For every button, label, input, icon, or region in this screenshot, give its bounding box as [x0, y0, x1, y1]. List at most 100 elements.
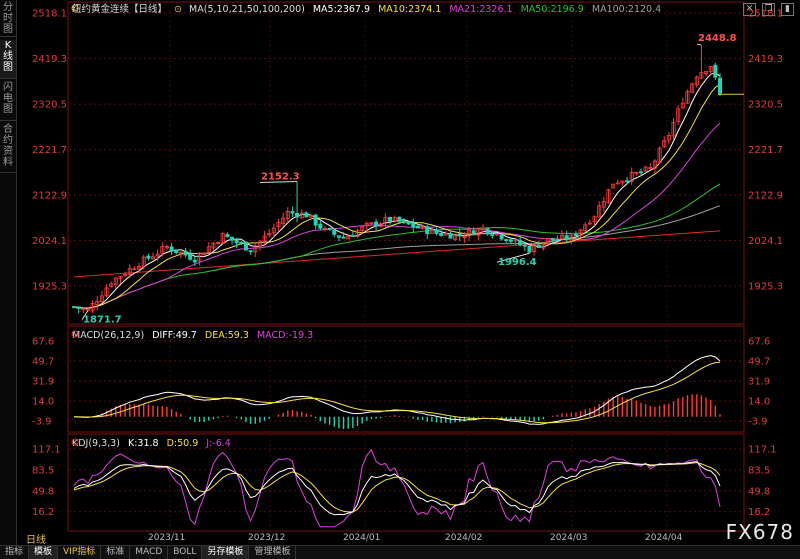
- instrument-title: 纽约黄金连续【日线】: [72, 3, 167, 15]
- low-label-1871: 1871.7: [83, 315, 122, 326]
- macd-diff-value: DIFF:49.7: [152, 330, 197, 341]
- window-controls: ✕ ❐ ▮: [743, 3, 794, 16]
- kdj-j-value: J:-6.4: [205, 438, 231, 449]
- candle-body: [183, 250, 188, 256]
- left-tick-label: 2419.3: [32, 54, 67, 65]
- macd-tick-label: 14.0: [748, 397, 770, 408]
- ma21-line: [73, 122, 721, 309]
- macd-axis-labels: 67.6 49.7 31.9 14.0 -3.9: [748, 336, 770, 427]
- left-tick-label: 49.8: [32, 486, 54, 497]
- left-tick-label: -3.9: [32, 417, 52, 428]
- candle-body: [401, 220, 406, 223]
- candle-body: [336, 235, 341, 238]
- time-tick-label: 2024/01: [343, 533, 380, 543]
- candle-body: [439, 232, 444, 236]
- candle-body: [518, 239, 523, 246]
- candle-body: [564, 235, 569, 241]
- candle-body: [234, 239, 239, 244]
- candle-body: [415, 225, 420, 229]
- candle-body: [425, 226, 430, 235]
- candle-body: [313, 214, 318, 226]
- ma10-value: MA10:2374.1: [378, 4, 441, 15]
- candle-body: [304, 212, 309, 218]
- candle-body: [718, 77, 723, 94]
- kdj-tick-label: 16.2: [748, 507, 770, 518]
- ma-params: MA(5,10,21,50,100,200): [189, 4, 305, 15]
- price-legend: 纽约黄金连续【日线】 ⊙ MA(5,10,21,50,100,200) MA5:…: [72, 3, 661, 15]
- candle-body: [248, 250, 253, 253]
- candle-body: [332, 229, 337, 235]
- candle-body: [192, 259, 197, 263]
- candle-body: [188, 253, 193, 260]
- kdj-d-value: D:50.9: [167, 438, 199, 449]
- time-tick-label: 2024/03: [550, 533, 587, 543]
- left-tick-label: 31.9: [32, 376, 54, 387]
- tab-boll[interactable]: BOLL: [168, 546, 203, 559]
- candle-body: [471, 230, 476, 236]
- time-axis-labels: 2023/11 2023/12 2024/01 2024/02 2024/03 …: [148, 533, 683, 543]
- panel-icon[interactable]: ▮: [781, 3, 794, 16]
- candle-body: [555, 239, 560, 241]
- candle-body: [522, 244, 527, 247]
- candle-body: [169, 246, 174, 252]
- macd-macd-value: MACD:-19.3: [257, 330, 313, 341]
- kdj-params: KDJ(9,3,3): [72, 438, 120, 449]
- low-annotation-1996: 1996.4: [496, 252, 537, 268]
- candle-body: [174, 249, 179, 253]
- left-tick-label: 67.6: [32, 336, 54, 347]
- candle-body: [638, 171, 643, 174]
- tab-save-template[interactable]: 另存模板: [202, 546, 250, 559]
- candle-body: [713, 64, 718, 78]
- tab-indicators[interactable]: 指标: [0, 546, 30, 559]
- candle-body: [397, 216, 402, 223]
- macd-params: MACD(26,12,9): [72, 330, 144, 341]
- macd-tick-label: 31.9: [748, 376, 770, 387]
- tab-macd[interactable]: MACD: [130, 546, 169, 559]
- tab-standard[interactable]: 标准: [101, 546, 131, 559]
- left-tick-label: 49.7: [32, 357, 54, 368]
- left-tick-label: 2518.1: [32, 9, 67, 20]
- candle-body: [448, 233, 453, 239]
- price-tick-label: 2221.7: [748, 145, 783, 156]
- price-tick-label: 2122.9: [748, 191, 783, 202]
- candle-body: [230, 236, 235, 241]
- macd-tick-label: 67.6: [748, 336, 770, 347]
- candle-body: [76, 306, 81, 309]
- tab-manage-templates[interactable]: 管理模板: [249, 546, 297, 559]
- candle-body: [72, 306, 77, 309]
- left-tick-label: 2122.9: [32, 191, 67, 202]
- high-annotation-2152: 2152.3: [259, 171, 300, 183]
- left-tick-label: 14.0: [32, 397, 54, 408]
- chart-canvas[interactable]: 2448.8 2152.3 1871.7 1996.4 2518.1 2419.…: [0, 0, 800, 545]
- kdj-tick-label: 83.5: [748, 465, 770, 476]
- price-tick-label: 2320.5: [748, 100, 783, 111]
- restore-icon[interactable]: ❐: [762, 3, 775, 16]
- tab-vip-indicators[interactable]: VIP指标: [58, 546, 102, 559]
- left-tick-label: 1925.3: [32, 281, 67, 292]
- candle-body: [295, 212, 300, 218]
- tab-templates[interactable]: 模板: [29, 546, 59, 559]
- candle-body: [239, 241, 244, 244]
- macd-dea-value: DEA:59.3: [205, 330, 249, 341]
- close-icon[interactable]: ✕: [743, 3, 756, 16]
- candle-body: [243, 241, 248, 251]
- period-label[interactable]: 日线: [26, 531, 46, 546]
- candle-body: [327, 227, 332, 231]
- time-tick-label: 2023/12: [248, 533, 285, 543]
- left-tick-label: 2320.5: [32, 100, 67, 111]
- candle-body: [625, 180, 630, 183]
- high-label-2448: 2448.8: [698, 33, 737, 44]
- macd-tick-label: -3.9: [748, 417, 768, 428]
- ma10-line: [73, 84, 721, 309]
- candle-body: [146, 255, 151, 259]
- kdj-tick-label: 117.1: [748, 444, 777, 455]
- candle-body: [499, 234, 504, 240]
- kdj-axis-labels: 117.1 83.5 49.8 16.2: [748, 444, 777, 518]
- left-tick-label: 16.2: [32, 507, 54, 518]
- ma5-value: MA5:2367.9: [313, 4, 370, 15]
- price-tick-label: 2024.1: [748, 236, 783, 247]
- candle-body: [225, 234, 230, 238]
- candle-body: [573, 233, 578, 237]
- price-axis-labels: 2518.1 2419.3 2320.5 2221.7 2122.9 2024.…: [748, 9, 783, 293]
- low-label-1996: 1996.4: [498, 257, 537, 268]
